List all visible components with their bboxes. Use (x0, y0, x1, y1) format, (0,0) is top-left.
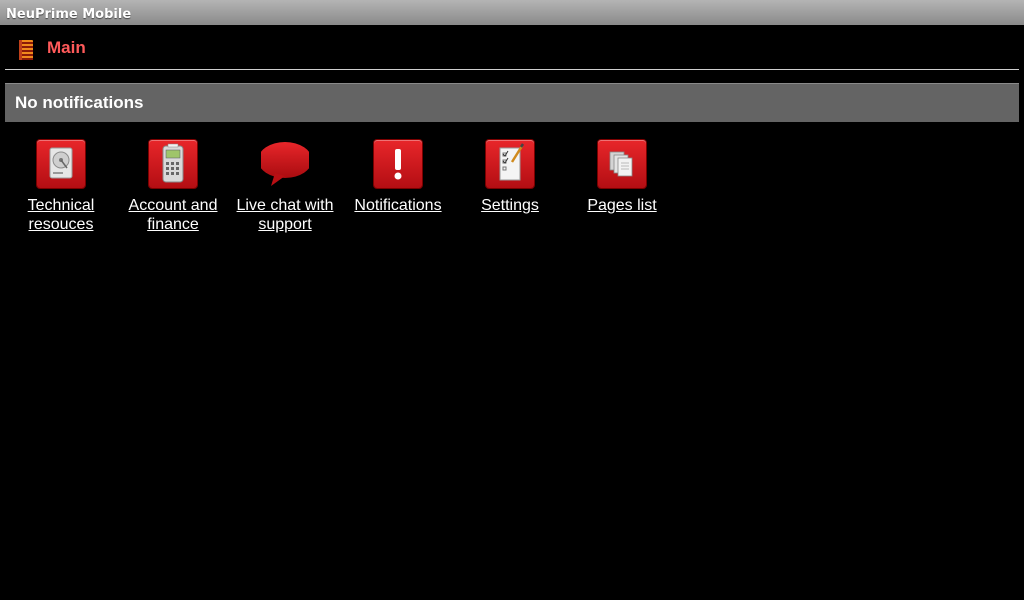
header-divider (5, 69, 1019, 70)
page-title: Main (47, 38, 86, 57)
tile-label[interactable]: Notifications (342, 196, 454, 215)
hard-drive-icon (37, 140, 85, 188)
tile-label[interactable]: Pages list (566, 196, 678, 215)
window-titlebar: NeuPrime Mobile (0, 0, 1024, 25)
exclamation-icon (374, 140, 422, 188)
page-header: Main (0, 25, 1024, 69)
tile-settings[interactable]: Settings (454, 140, 566, 215)
card-terminal-icon (149, 140, 197, 188)
window-title: NeuPrime Mobile (6, 7, 132, 22)
tile-label[interactable]: Live chat with support (229, 196, 341, 234)
pages-icon (598, 140, 646, 188)
tile-pages-list[interactable]: Pages list (566, 140, 678, 215)
tile-label[interactable]: Technical resouces (5, 196, 117, 234)
tile-notifications[interactable]: Notifications (342, 140, 454, 215)
tile-label[interactable]: Account and finance (117, 196, 229, 234)
checklist-icon (486, 140, 534, 188)
tile-technical-resources[interactable]: Technical resouces (5, 140, 117, 234)
notifications-bar-text: No notifications (15, 93, 144, 112)
tile-account-and-finance[interactable]: Account and finance (117, 140, 229, 234)
app-logo-icon (19, 40, 33, 60)
speech-bubble-icon (261, 140, 309, 188)
notifications-bar[interactable]: No notifications (5, 83, 1019, 122)
tile-label[interactable]: Settings (454, 196, 566, 215)
tile-live-chat[interactable]: Live chat with support (229, 140, 341, 234)
